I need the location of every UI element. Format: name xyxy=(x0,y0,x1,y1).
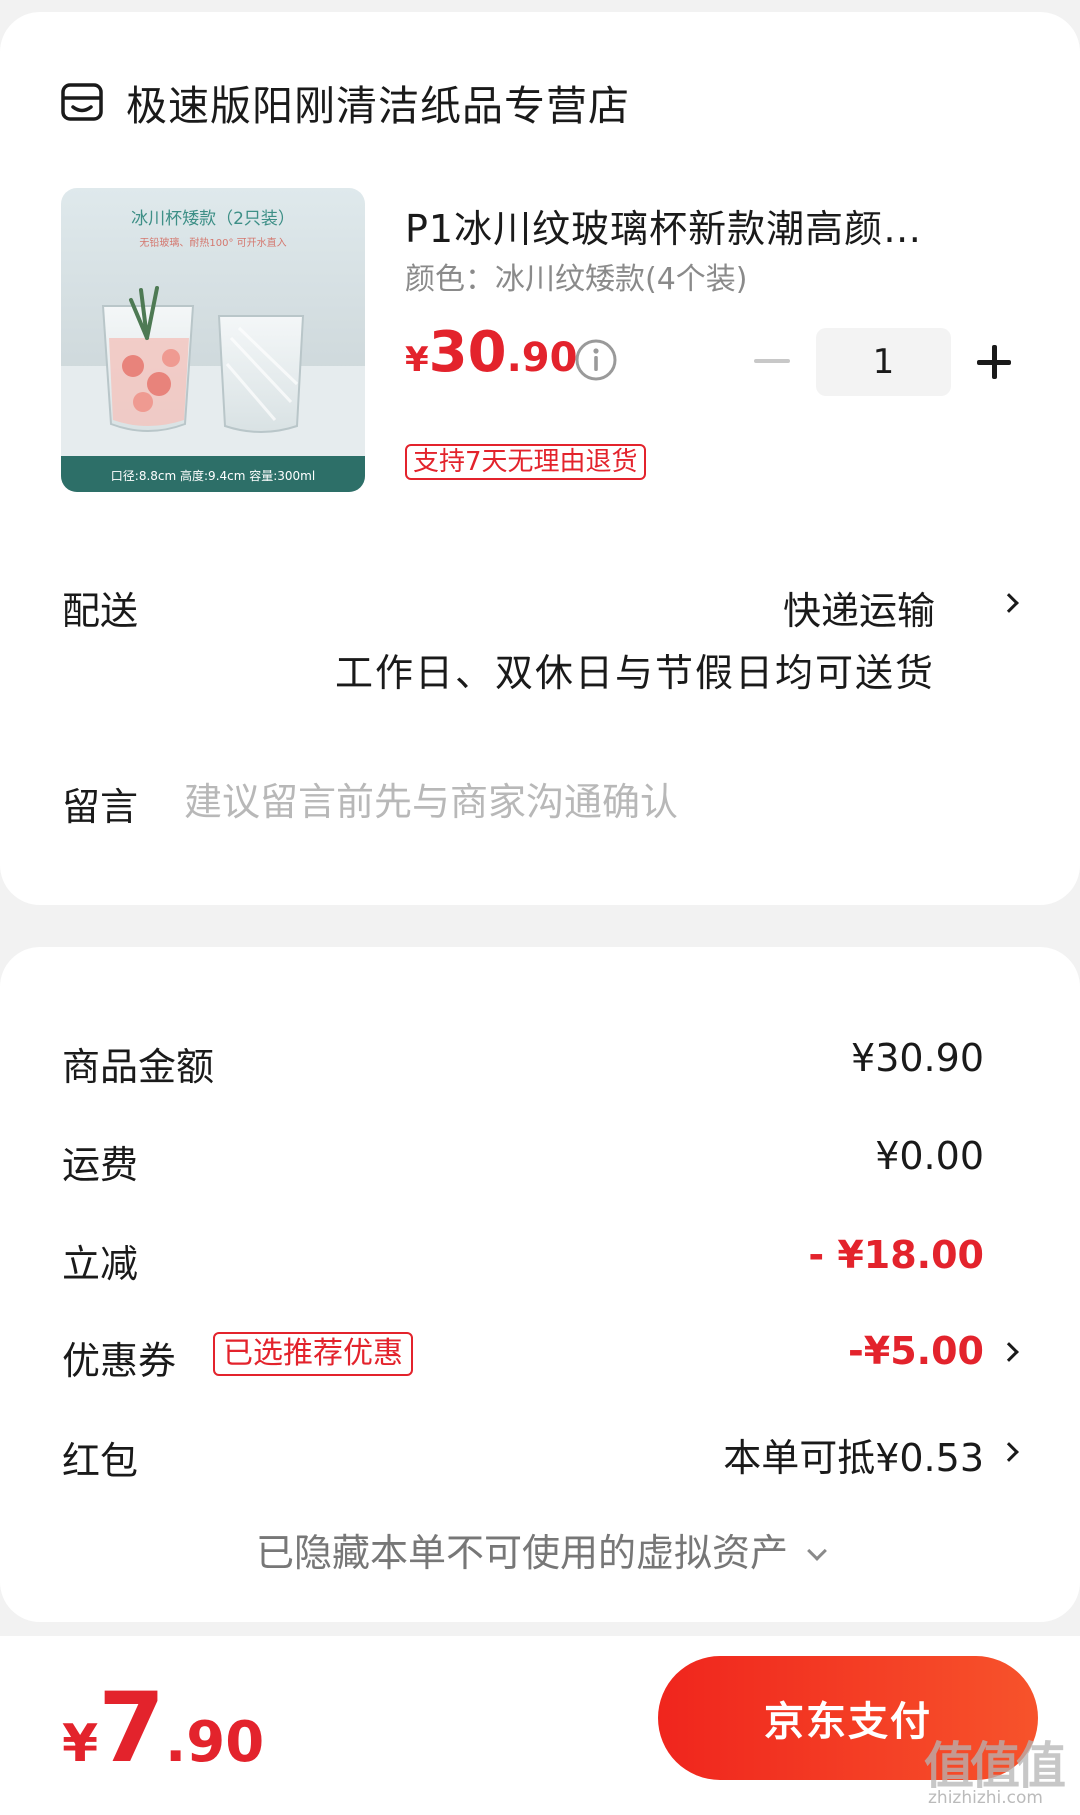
quantity-field[interactable]: 1 xyxy=(816,328,951,396)
total-currency: ¥ xyxy=(62,1714,99,1774)
delivery-label: 配送 xyxy=(62,589,139,633)
store-icon xyxy=(61,83,103,121)
shipping-label: 运费 xyxy=(62,1143,139,1187)
coupon-value: -¥5.00 xyxy=(848,1329,984,1373)
red-packet-label: 红包 xyxy=(62,1439,139,1483)
product-title[interactable]: P1冰川纹玻璃杯新款潮高颜… xyxy=(405,198,985,253)
return-policy-badge: 支持7天无理由退货 xyxy=(405,444,646,480)
price-integer: 30 xyxy=(428,320,507,385)
product-spec[interactable]: 颜色：冰川纹矮款(4个装) xyxy=(405,254,748,298)
order-total: ¥ 7 .90 xyxy=(62,1672,264,1784)
shipping-value: ¥0.00 xyxy=(875,1134,984,1178)
image-banner-text: 冰川杯矮款（2只装） xyxy=(131,209,295,229)
coupon-label: 优惠券 xyxy=(62,1339,177,1383)
quantity-decrease-button[interactable] xyxy=(752,347,792,375)
minus-icon xyxy=(754,359,790,363)
instant-discount-label: 立减 xyxy=(62,1242,139,1286)
image-footer-text: 口径:8.8cm 高度:9.4cm 容量:300ml xyxy=(111,468,315,483)
price-decimal: .90 xyxy=(506,335,578,381)
product-image[interactable]: 冰川杯矮款（2只装） 无铅玻璃、耐热100° 可开水直入 口径:8.8cm 高度… xyxy=(61,188,365,492)
delivery-note: 工作日、双休日与节假日均可送货 xyxy=(334,651,935,695)
price-currency: ¥ xyxy=(405,340,429,380)
goods-amount-label: 商品金额 xyxy=(62,1045,215,1089)
quantity-increase-button[interactable] xyxy=(974,342,1014,382)
delivery-method: 快递运输 xyxy=(782,589,935,633)
store-name: 极速版阳刚清洁纸品专营店 xyxy=(126,82,630,130)
hidden-assets-label: 已隐藏本单不可使用的虚拟资产 xyxy=(255,1531,788,1575)
coupon-badge: 已选推荐优惠 xyxy=(213,1332,413,1376)
total-integer: 7 xyxy=(98,1672,165,1784)
product-price: ¥ 30 .90 xyxy=(405,320,577,385)
total-decimal: .90 xyxy=(164,1710,265,1775)
red-packet-value: 本单可抵¥0.53 xyxy=(723,1436,984,1480)
image-sub-text: 无铅玻璃、耐热100° 可开水直入 xyxy=(139,236,286,249)
hidden-assets-toggle[interactable]: 已隐藏本单不可使用的虚拟资产 xyxy=(0,1522,1080,1577)
instant-discount-value: - ¥18.00 xyxy=(808,1233,984,1277)
message-input[interactable] xyxy=(184,772,1004,832)
message-label: 留言 xyxy=(62,785,139,829)
store-header[interactable]: 极速版阳刚清洁纸品专营店 xyxy=(60,72,630,132)
chevron-down-icon xyxy=(807,1541,827,1561)
info-icon[interactable] xyxy=(574,338,618,382)
watermark: 值值值 zhizhizhi.com xyxy=(924,1726,1074,1812)
watermark-url: zhizhizhi.com xyxy=(928,1788,1043,1808)
goods-amount-value: ¥30.90 xyxy=(851,1036,984,1080)
